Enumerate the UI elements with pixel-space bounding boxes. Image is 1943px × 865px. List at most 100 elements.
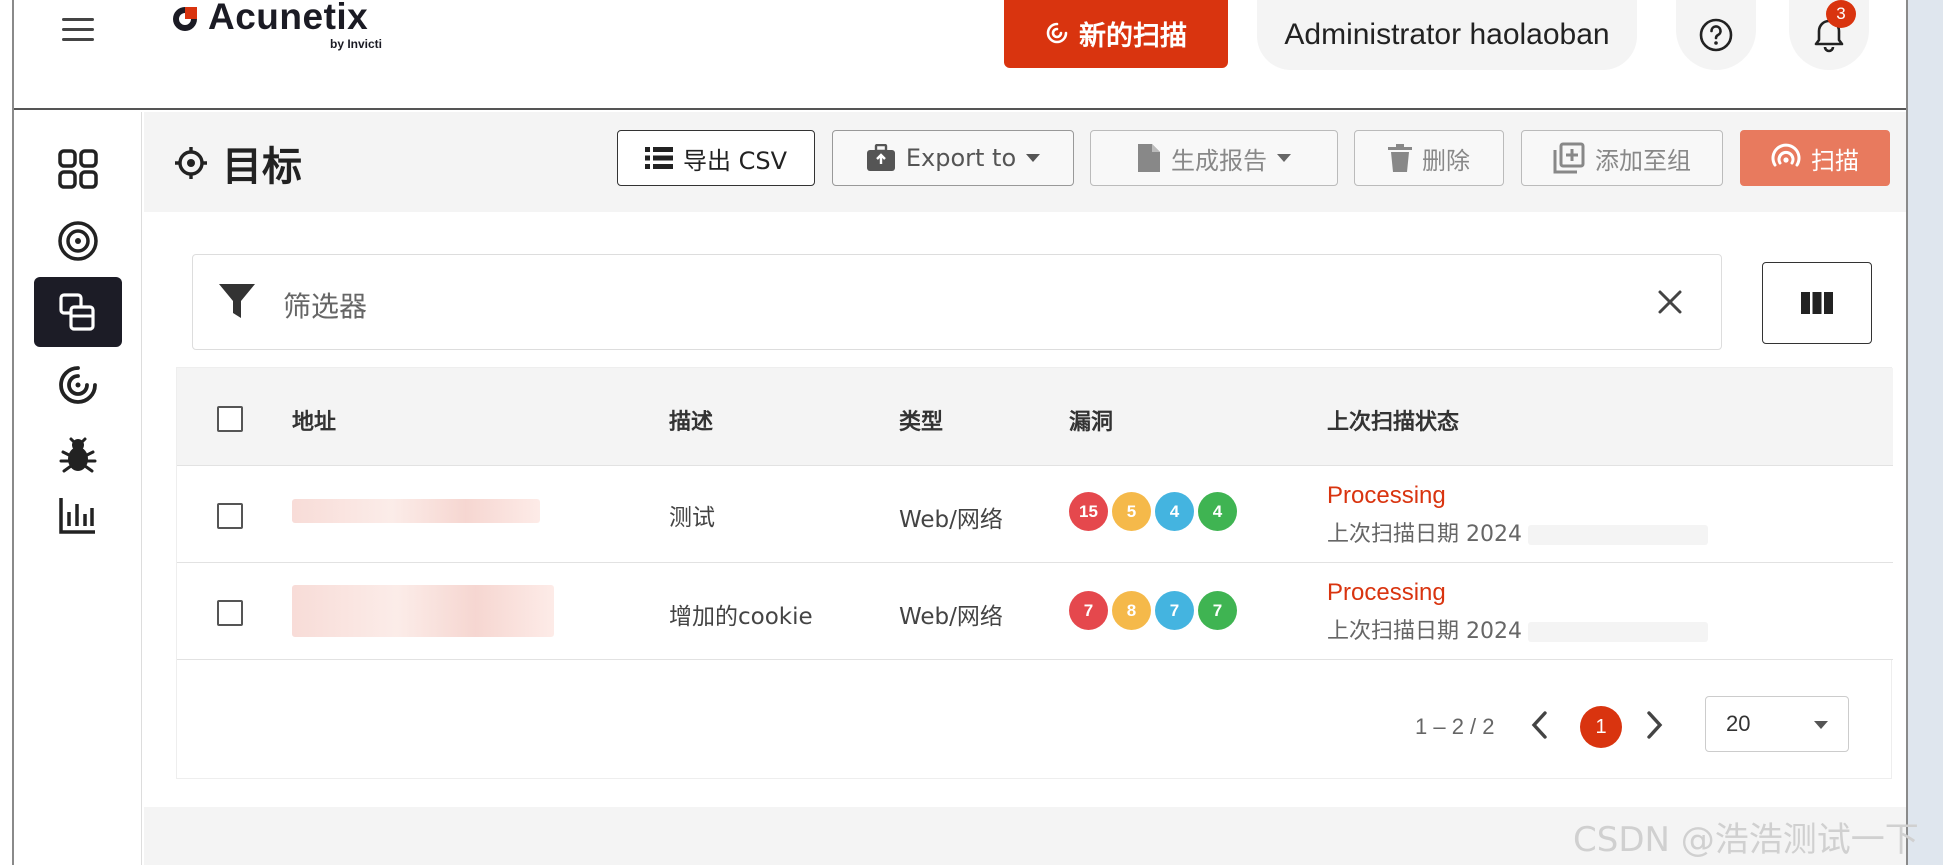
user-menu-button[interactable]: Administrator haolaoban [1257,0,1637,70]
filter-placeholder: 筛选器 [283,290,368,323]
chevron-down-icon [1026,154,1041,162]
page-size-select[interactable]: 20 [1705,696,1849,752]
redacted-date [1527,525,1708,545]
document-icon [1138,144,1160,172]
chevron-right-icon[interactable] [1645,710,1665,740]
dashboard-icon [58,149,98,189]
page-title: 目标 [174,134,302,192]
select-all-checkbox[interactable] [217,406,243,432]
sidebar-item-target-groups[interactable] [34,277,122,347]
header-last-scan-status: 上次扫描状态 [1327,410,1460,435]
header-address: 地址 [292,410,337,435]
app-window: Acunetix by Invicti 新的扫描 Administrator h… [12,0,1908,865]
target-groups-icon [59,293,95,331]
pagination: 1 – 2 / 2 1 20 [177,696,1893,756]
toolbar: 目标 导出 CSV Export to 生成报告 删除 添加至组 扫描 [144,112,1906,212]
target-crosshair-icon [175,147,207,179]
redacted-address[interactable] [292,585,554,637]
sidebar-item-dashboard[interactable] [34,134,122,204]
chevron-down-icon [1277,154,1291,162]
table-row[interactable]: 测试 Web/网络 15 5 4 4 Processing 上次扫描日期 202… [177,466,1893,563]
scan-button[interactable]: 扫描 [1740,130,1890,186]
chevron-down-icon [1814,721,1828,729]
header-vulnerabilities: 漏洞 [1069,410,1114,435]
header-type: 类型 [899,410,944,435]
page-title-text: 目标 [222,144,302,190]
columns-icon [1801,292,1833,314]
user-name: Administrator haolaoban [1284,18,1610,51]
delete-label: 删除 [1422,146,1470,175]
close-icon[interactable] [1657,289,1683,315]
vulnerability-counts: 15 5 4 4 [1069,492,1237,531]
export-csv-label: 导出 CSV [682,146,788,175]
high-count: 8 [1112,591,1151,630]
scans-icon [59,366,97,404]
export-csv-button[interactable]: 导出 CSV [617,130,815,186]
redacted-address[interactable] [292,499,540,523]
notification-badge: 3 [1826,0,1856,28]
acunetix-logo-mark-icon [173,7,197,31]
brand-name: Acunetix [208,0,369,37]
pagination-range: 1 – 2 / 2 [1415,714,1495,739]
target-icon [58,221,98,261]
scan-icon [1046,22,1068,44]
top-header: Acunetix by Invicti 新的扫描 Administrator h… [14,0,1906,110]
add-to-group-label: 添加至组 [1595,146,1691,175]
page-size-value: 20 [1726,711,1751,736]
medium-count: 7 [1155,591,1194,630]
column-settings-button[interactable] [1762,262,1872,344]
medium-count: 4 [1155,492,1194,531]
main-area: 目标 导出 CSV Export to 生成报告 删除 添加至组 扫描 筛选器 … [144,112,1906,865]
row-checkbox[interactable] [217,503,243,529]
row-type: Web/网络 [899,604,1003,630]
delete-button[interactable]: 删除 [1354,130,1504,186]
page-number-current[interactable]: 1 [1580,706,1622,748]
row-description: 增加的cookie [669,604,813,630]
header-description: 描述 [669,410,714,435]
export-to-dropdown[interactable]: Export to [832,130,1074,186]
new-scan-label: 新的扫描 [1079,20,1187,52]
help-button[interactable] [1676,0,1756,70]
last-scan-date: 上次扫描日期 2024 [1327,613,1708,645]
filter-funnel-icon [219,284,255,318]
sidebar-item-targets[interactable] [34,206,122,276]
row-description: 测试 [669,505,715,531]
chevron-left-icon[interactable] [1529,710,1549,740]
export-to-label: Export to [905,144,1017,172]
generate-report-label: 生成报告 [1171,146,1267,175]
hamburger-menu-icon[interactable] [62,18,94,42]
background-window-strip [1908,0,1943,865]
add-group-icon [1553,142,1585,174]
sidebar-item-scans[interactable] [34,350,122,420]
row-checkbox[interactable] [217,600,243,626]
briefcase-export-icon [866,144,895,171]
critical-count: 7 [1069,591,1108,630]
high-count: 5 [1112,492,1151,531]
low-count: 4 [1198,492,1237,531]
content-panel: 筛选器 地址 描述 类型 漏洞 上次扫描状态 测试 Web/网络 15 5 4 … [144,212,1906,807]
brand-subtitle: by Invicti [330,37,383,51]
last-scan-date: 上次扫描日期 2024 [1327,516,1708,548]
trash-icon [1388,144,1412,172]
add-to-group-button[interactable]: 添加至组 [1521,130,1723,186]
watermark: CSDN @浩浩测试一下 [1573,820,1919,860]
redacted-date [1527,622,1708,642]
reports-chart-icon [59,498,95,534]
scan-status: Processing [1327,579,1446,606]
filter-bar[interactable]: 筛选器 [192,254,1722,350]
generate-report-dropdown[interactable]: 生成报告 [1090,130,1338,186]
table-row[interactable]: 增加的cookie Web/网络 7 8 7 7 Processing 上次扫描… [177,563,1893,660]
new-scan-button[interactable]: 新的扫描 [1004,0,1228,68]
table-header: 地址 描述 类型 漏洞 上次扫描状态 [177,368,1893,466]
bug-icon [59,437,97,473]
list-icon [644,147,673,169]
sidebar [14,112,142,865]
critical-count: 15 [1069,492,1108,531]
targets-table: 地址 描述 类型 漏洞 上次扫描状态 测试 Web/网络 15 5 4 4 Pr… [176,367,1893,779]
scan-status: Processing [1327,482,1446,509]
sidebar-item-reports[interactable] [34,480,122,550]
row-type: Web/网络 [899,507,1003,533]
vulnerability-counts: 7 8 7 7 [1069,591,1237,630]
low-count: 7 [1198,591,1237,630]
scan-label: 扫描 [1811,146,1859,175]
